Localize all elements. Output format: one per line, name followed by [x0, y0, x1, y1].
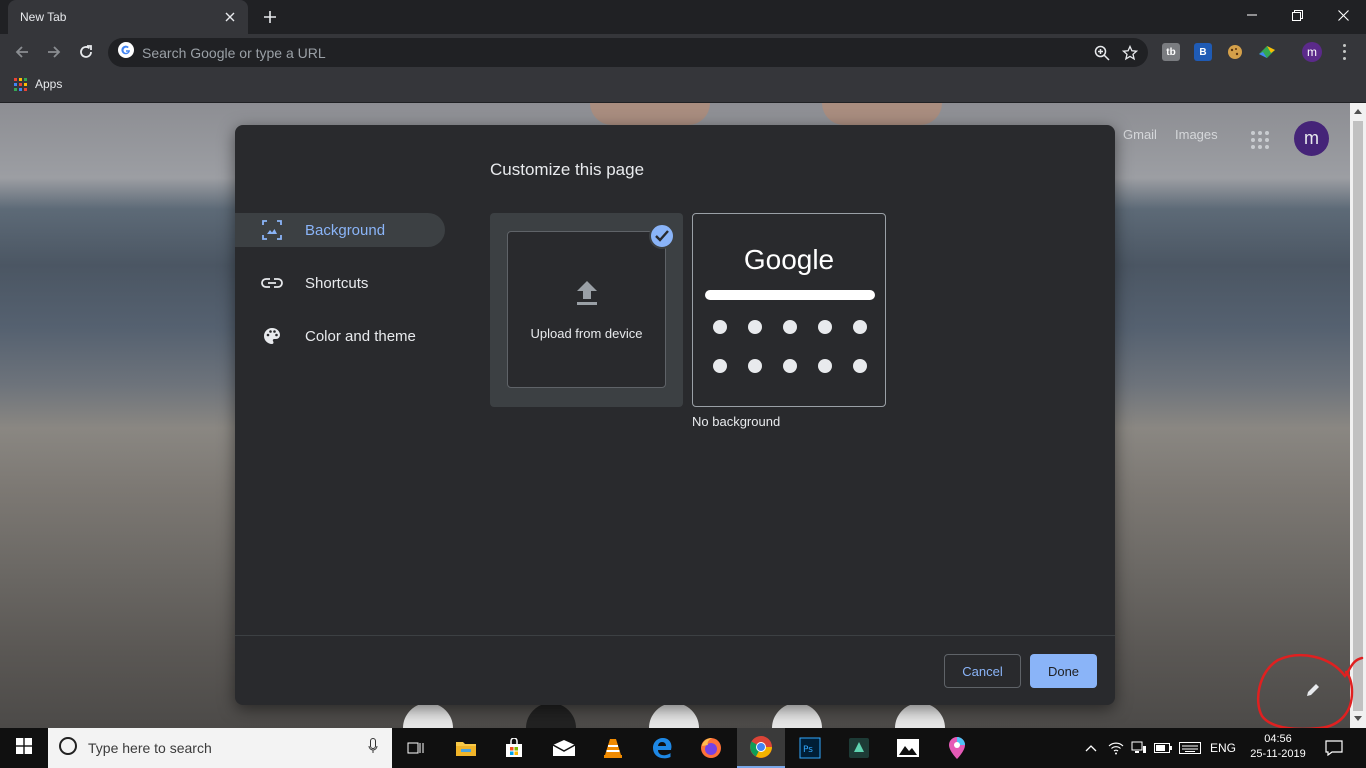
toolbar: Search Google or type a URL tb B m: [0, 34, 1366, 70]
customize-dialog: Customize this page Background Shortcuts…: [235, 125, 1115, 705]
upload-tile-selected[interactable]: Upload from device: [490, 213, 683, 407]
vlc-icon[interactable]: [589, 728, 637, 768]
shortcut-tile[interactable]: [526, 703, 576, 728]
account-avatar[interactable]: m: [1294, 121, 1329, 156]
no-background-tile[interactable]: Google: [692, 213, 886, 407]
task-view-icon[interactable]: [392, 728, 440, 768]
apps-bookmark[interactable]: Apps: [14, 77, 62, 91]
page-scrollbar[interactable]: [1350, 103, 1366, 728]
chrome-menu-icon[interactable]: [1336, 42, 1352, 62]
maps-icon[interactable]: [933, 728, 981, 768]
reload-button[interactable]: [74, 40, 98, 64]
title-bar: New Tab: [0, 0, 1366, 34]
check-icon: [649, 223, 675, 249]
nav-background[interactable]: Background: [235, 213, 445, 247]
edge-icon[interactable]: [638, 728, 686, 768]
bookmarks-bar: Apps: [0, 70, 1366, 103]
star-icon[interactable]: [1116, 41, 1144, 65]
scroll-up-icon[interactable]: [1354, 109, 1362, 114]
google-apps-icon[interactable]: [1251, 131, 1269, 149]
gmail-link[interactable]: Gmail: [1123, 127, 1157, 142]
keyboard-icon[interactable]: [1176, 728, 1204, 768]
microsoft-store-icon[interactable]: [490, 728, 538, 768]
apps-label: Apps: [35, 77, 63, 91]
photoshop-icon[interactable]: Ps: [786, 728, 834, 768]
start-button[interactable]: [0, 728, 48, 768]
done-button[interactable]: Done: [1030, 654, 1097, 688]
extension-1-icon[interactable]: tb: [1162, 43, 1180, 61]
upload-from-device-tile[interactable]: Upload from device: [507, 231, 666, 388]
shortcut-dots-preview: [713, 320, 867, 373]
link-icon: [261, 272, 283, 294]
taskbar-search[interactable]: Type here to search: [48, 728, 392, 768]
pencil-icon: [1305, 682, 1321, 703]
image-icon: [261, 219, 283, 241]
windows-logo-icon: [16, 737, 32, 759]
language-indicator[interactable]: ENG: [1206, 728, 1240, 768]
upload-label: Upload from device: [530, 325, 643, 341]
restore-button[interactable]: [1274, 0, 1320, 30]
minimize-button[interactable]: [1229, 0, 1275, 30]
nav-shortcuts[interactable]: Shortcuts: [235, 266, 445, 300]
tray-overflow-icon[interactable]: [1080, 728, 1102, 768]
window-close-button[interactable]: [1320, 0, 1366, 30]
tab-new-tab[interactable]: New Tab: [8, 0, 248, 34]
back-button[interactable]: [10, 40, 34, 64]
mail-icon[interactable]: [540, 728, 588, 768]
svg-text:Ps: Ps: [803, 745, 813, 755]
nav-shortcuts-label: Shortcuts: [305, 274, 369, 292]
taskbar-clock[interactable]: 04:56 25-11-2019: [1240, 732, 1316, 762]
zoom-icon[interactable]: [1088, 41, 1116, 65]
extension-4-icon[interactable]: [1258, 43, 1276, 61]
google-g-icon: [118, 42, 134, 63]
background-photo-detail: [822, 103, 942, 125]
cortana-icon: [58, 736, 78, 761]
nav-background-label: Background: [305, 221, 386, 239]
scroll-down-icon[interactable]: [1354, 716, 1362, 721]
dialog-divider: [235, 635, 1115, 636]
taskbar-search-placeholder: Type here to search: [88, 740, 212, 756]
no-background-label: No background: [692, 414, 781, 429]
windows-taskbar: Type here to search Ps ENG 04:56 25-11-2…: [0, 728, 1366, 768]
cancel-button[interactable]: Cancel: [944, 654, 1021, 688]
extension-2-icon[interactable]: B: [1194, 43, 1212, 61]
search-bar-preview: [705, 290, 875, 300]
palette-icon: [261, 325, 283, 347]
scroll-thumb[interactable]: [1353, 121, 1363, 711]
shortcut-tile[interactable]: [895, 703, 945, 728]
filmora-icon[interactable]: [835, 728, 883, 768]
omnibox-placeholder: Search Google or type a URL: [142, 44, 326, 61]
images-link[interactable]: Images: [1175, 127, 1218, 142]
background-photo-detail: [590, 103, 710, 125]
forward-button[interactable]: [42, 40, 66, 64]
clock-time: 04:56: [1264, 733, 1292, 745]
close-icon[interactable]: [222, 9, 238, 25]
shortcut-tile[interactable]: [403, 703, 453, 728]
microphone-icon[interactable]: [368, 737, 378, 759]
new-tab-button[interactable]: [258, 6, 282, 28]
network-icon[interactable]: [1128, 728, 1150, 768]
chrome-taskbar-icon[interactable]: [737, 728, 785, 768]
profile-avatar[interactable]: m: [1302, 42, 1322, 62]
battery-icon[interactable]: [1152, 728, 1174, 768]
tab-title: New Tab: [20, 10, 67, 24]
cookie-extension-icon[interactable]: [1226, 43, 1244, 61]
wifi-icon[interactable]: [1104, 728, 1128, 768]
shortcut-tile[interactable]: [649, 703, 699, 728]
upload-icon: [574, 279, 600, 312]
nav-color-theme-label: Color and theme: [305, 327, 416, 345]
clock-date: 25-11-2019: [1250, 748, 1306, 760]
firefox-icon[interactable]: [687, 728, 735, 768]
omnibox[interactable]: Search Google or type a URL: [108, 38, 1148, 67]
file-explorer-icon[interactable]: [442, 728, 490, 768]
apps-grid-icon: [14, 77, 27, 91]
shortcut-tile[interactable]: [772, 703, 822, 728]
photos-icon[interactable]: [884, 728, 932, 768]
notification-icon[interactable]: [1318, 728, 1350, 768]
dialog-title: Customize this page: [490, 160, 645, 179]
nav-color-theme[interactable]: Color and theme: [235, 319, 445, 353]
customize-pencil-button[interactable]: [1294, 673, 1332, 711]
google-logo: Google: [743, 244, 835, 275]
